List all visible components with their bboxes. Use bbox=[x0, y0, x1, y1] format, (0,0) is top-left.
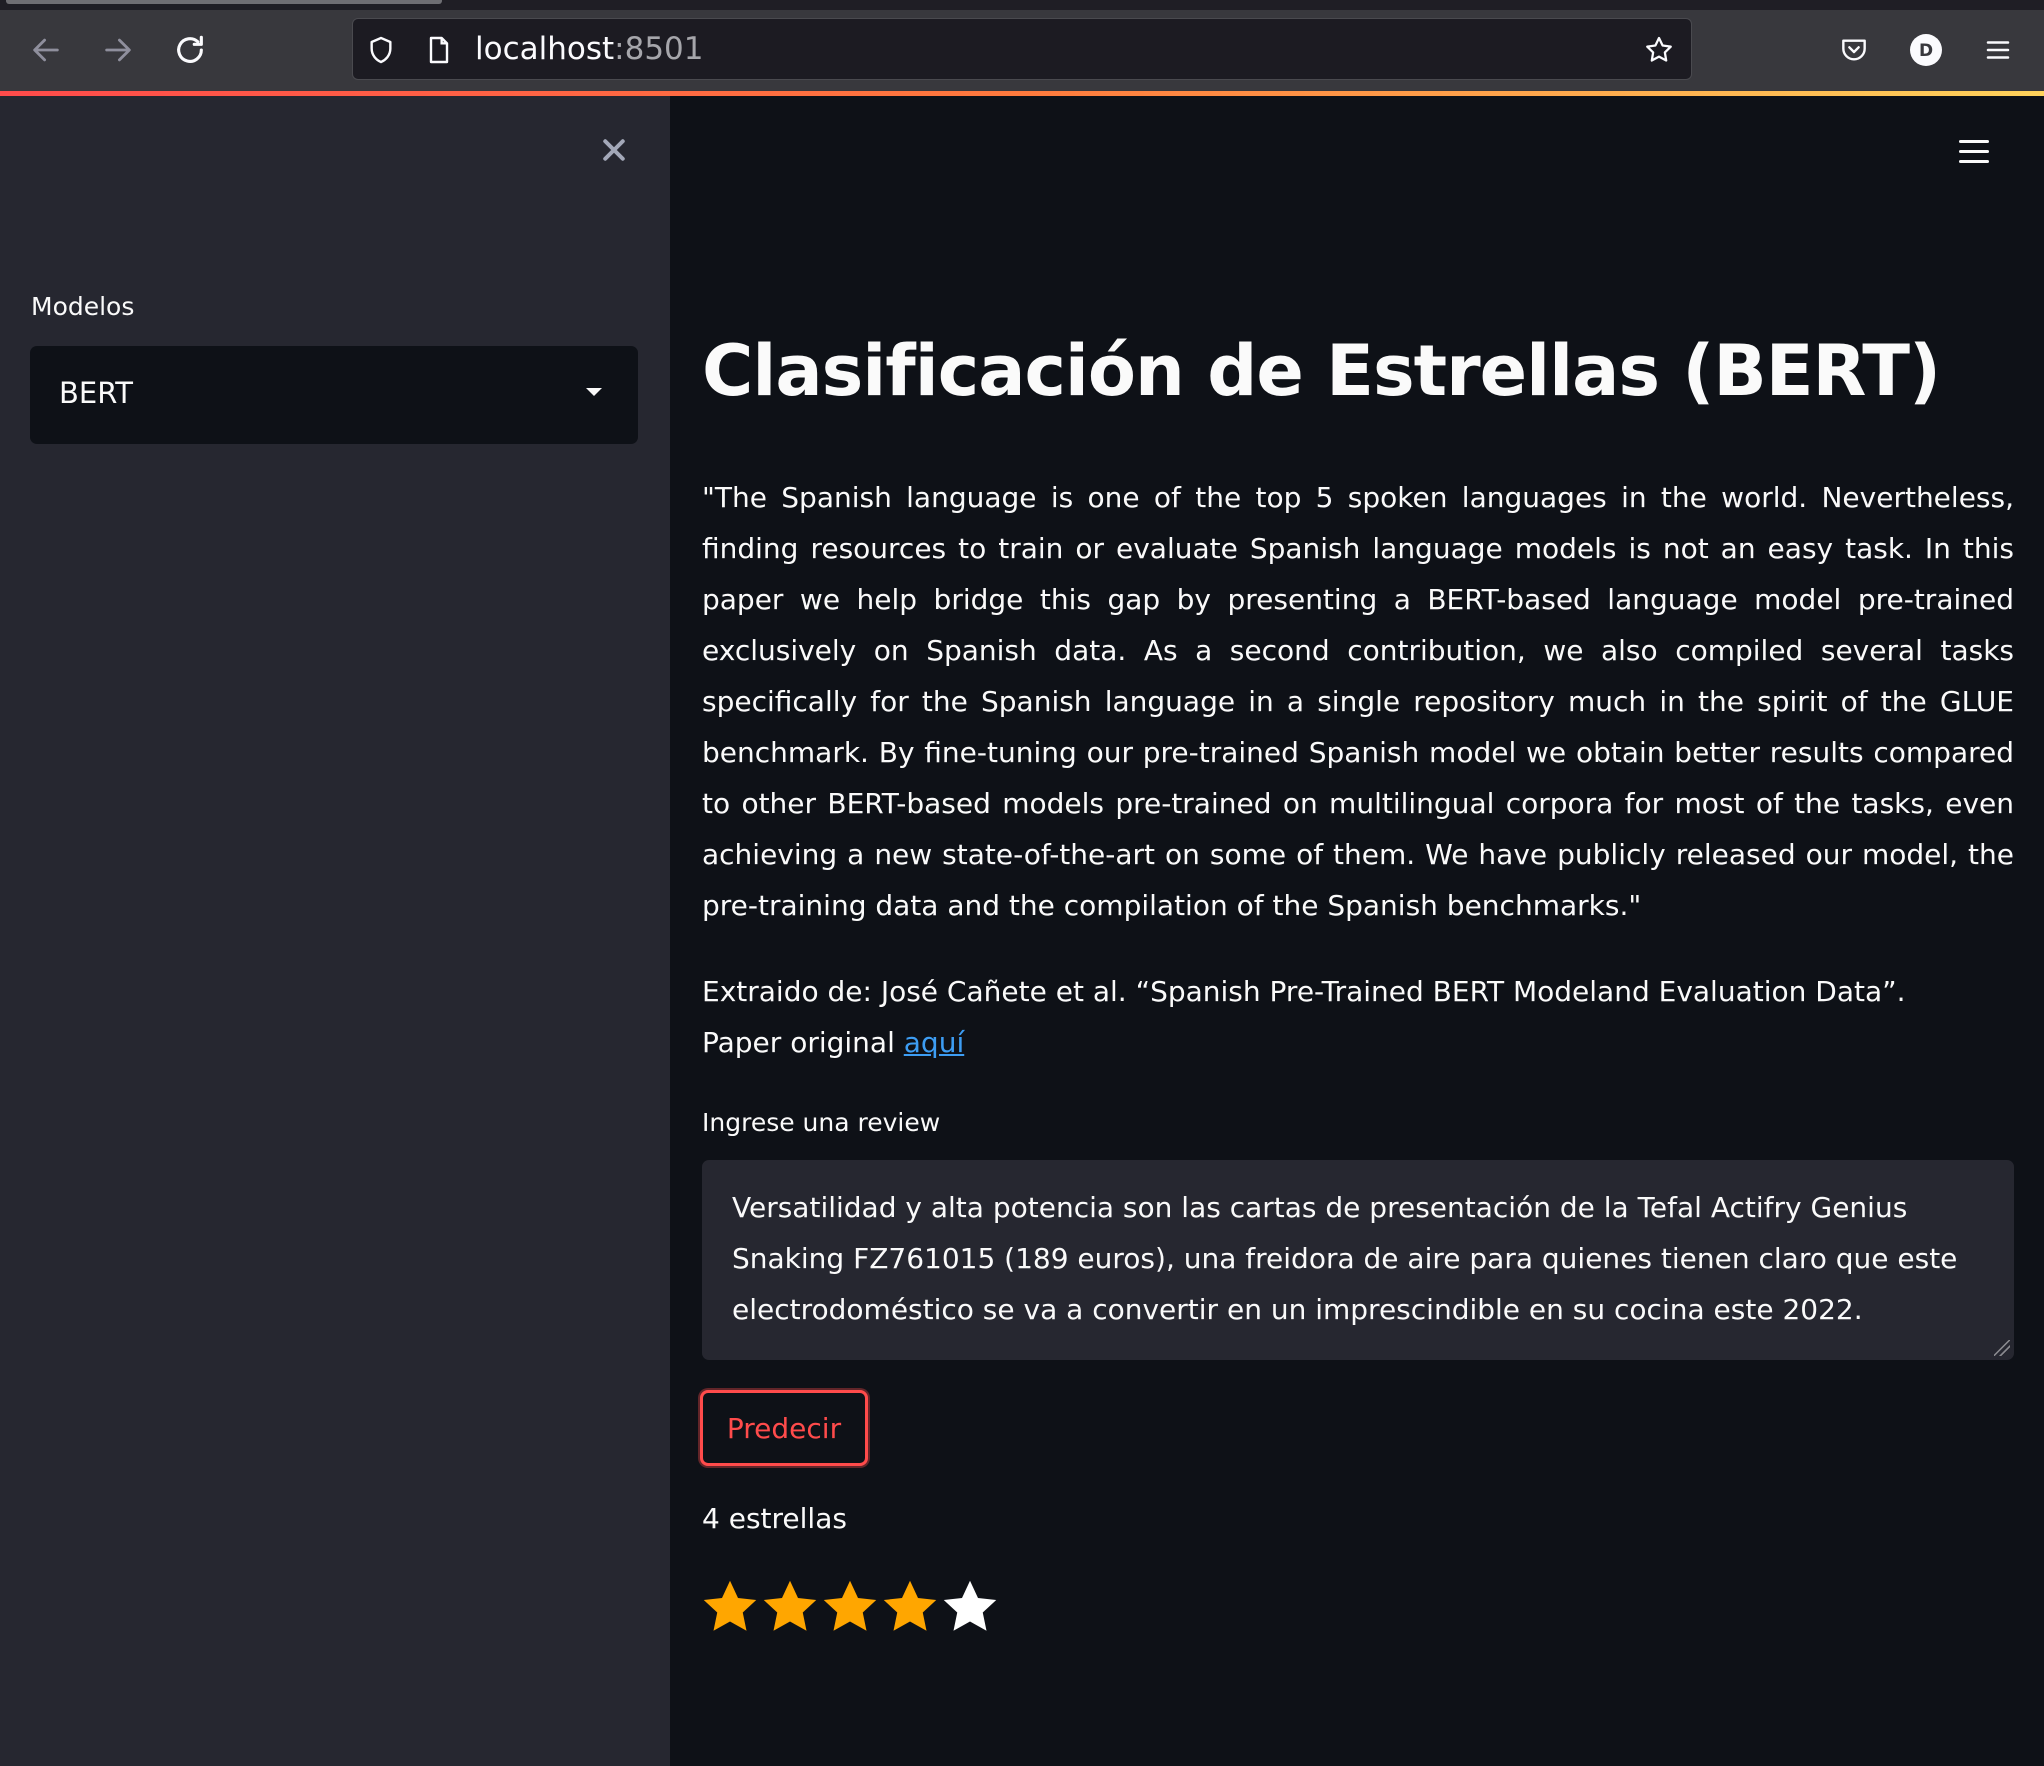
reload-icon[interactable] bbox=[168, 28, 212, 72]
url-text[interactable]: localhost:8501 bbox=[475, 31, 704, 67]
citation-text: Extraido de: José Cañete et al. “Spanish… bbox=[702, 975, 1906, 1008]
paper-prefix: Paper original bbox=[702, 1026, 904, 1059]
page-icon[interactable] bbox=[423, 34, 455, 66]
tab-strip bbox=[0, 0, 2044, 10]
model-select[interactable]: BERT bbox=[30, 346, 638, 444]
sidebar: Modelos BERT bbox=[0, 96, 670, 1766]
model-select-value: BERT bbox=[59, 376, 133, 410]
citation-block: Extraido de: José Cañete et al. “Spanish… bbox=[702, 966, 2014, 1068]
review-text: Versatilidad y alta potencia son las car… bbox=[732, 1191, 1958, 1326]
url-port: :8501 bbox=[614, 31, 704, 67]
review-label: Ingrese una review bbox=[702, 1108, 941, 1137]
account-avatar[interactable]: D bbox=[1904, 28, 1948, 72]
paper-link[interactable]: aquí bbox=[904, 1026, 964, 1059]
prediction-result: 4 estrellas bbox=[702, 1502, 847, 1535]
star-empty-icon bbox=[943, 1580, 997, 1631]
abstract-text: "The Spanish language is one of the top … bbox=[702, 481, 2014, 922]
url-host: localhost bbox=[475, 31, 615, 67]
active-tab-indicator[interactable] bbox=[6, 0, 442, 4]
star-filled-icon bbox=[703, 1580, 757, 1631]
resize-handle-icon[interactable] bbox=[1994, 1340, 2010, 1356]
close-icon[interactable] bbox=[592, 128, 636, 172]
avatar-initial: D bbox=[1919, 41, 1933, 61]
paper-line: Paper original aquí bbox=[702, 1017, 2014, 1068]
star-filled-icon bbox=[763, 1580, 817, 1631]
star-filled-icon bbox=[823, 1580, 877, 1631]
forward-icon[interactable] bbox=[96, 28, 140, 72]
address-bar[interactable]: localhost:8501 bbox=[352, 18, 1692, 80]
star-filled-icon bbox=[883, 1580, 937, 1631]
app-menu-icon[interactable] bbox=[1955, 132, 1995, 172]
shield-icon[interactable] bbox=[365, 34, 397, 66]
star-rating bbox=[700, 1574, 1000, 1640]
back-icon[interactable] bbox=[24, 28, 68, 72]
bookmark-star-icon[interactable] bbox=[1643, 34, 1675, 66]
predict-button[interactable]: Predecir bbox=[700, 1390, 868, 1466]
model-select-label: Modelos bbox=[31, 292, 135, 321]
review-textarea[interactable]: Versatilidad y alta potencia son las car… bbox=[702, 1160, 2014, 1360]
chevron-down-icon bbox=[586, 388, 602, 396]
page-title: Clasificación de Estrellas (BERT) bbox=[702, 330, 1941, 412]
browser-menu-icon[interactable] bbox=[1976, 28, 2020, 72]
pocket-icon[interactable] bbox=[1832, 28, 1876, 72]
browser-toolbar: localhost:8501 D bbox=[0, 0, 2044, 92]
